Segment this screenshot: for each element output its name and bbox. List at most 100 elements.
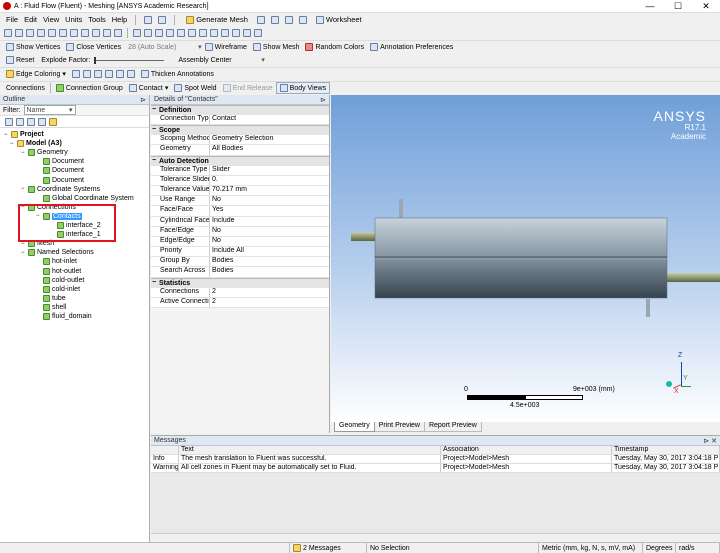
isometric-icon[interactable] [221,29,229,37]
col-timestamp[interactable]: Timestamp [612,446,720,454]
status-messages[interactable]: 2 Messages [290,543,367,553]
extend-icon[interactable] [92,29,100,37]
tree-item[interactable]: − Named Selections [21,248,94,257]
details-section-header[interactable]: Definition [151,105,329,115]
layout-icon[interactable] [254,29,262,37]
details-row[interactable]: Active Connections2 [151,297,329,308]
wireframe-button[interactable]: Wireframe [202,41,250,53]
maximize-icon[interactable]: ☐ [664,1,692,12]
redo-icon[interactable] [158,15,167,24]
details-section-header[interactable]: Scope [151,125,329,136]
details-value[interactable]: No [210,196,329,206]
status-units[interactable]: Metric (mm, kg, N, s, mV, mA) [539,543,643,553]
edge-style-5-icon[interactable] [115,70,124,78]
details-row[interactable]: Tolerance Slider 0. [151,175,329,186]
details-value[interactable]: Include All [210,247,329,257]
tree-item[interactable]: tube [36,294,66,303]
col-text[interactable]: Text [179,446,441,454]
expand-all-icon[interactable] [5,117,13,126]
select-element-icon[interactable] [70,29,78,37]
menu-units[interactable]: Units [65,15,82,24]
table-row[interactable]: Warning All cell zones in Fluent may be … [151,464,720,473]
query-icon[interactable] [243,29,251,37]
box-zoom-icon[interactable] [166,29,174,37]
tree-item[interactable]: Document [36,176,84,185]
select-all-icon[interactable] [81,29,89,37]
select-edge-icon[interactable] [26,29,34,37]
details-value[interactable]: Geometry Selection [210,135,329,145]
magnifier-icon[interactable] [188,29,196,37]
assembly-center-select[interactable]: Assembly Center [176,57,261,64]
random-colors-button[interactable]: Random Colors [302,41,367,53]
connection-group-button[interactable]: Connection Group [53,82,126,94]
close-icon[interactable]: ✕ [692,1,720,12]
edge-style-6-icon[interactable] [126,70,135,78]
menu-help[interactable]: Help [112,15,127,24]
show-mesh-button[interactable]: Show Mesh [250,41,303,53]
details-value[interactable]: No [210,226,329,236]
spot-weld-button[interactable]: Spot Weld [171,82,219,94]
annotation-preferences-button[interactable]: Annotation Preferences [367,41,456,53]
pan-icon[interactable] [144,29,152,37]
details-row[interactable]: Scoping Method Geometry Selection [151,135,329,146]
details-row[interactable]: Tolerance Value 70.217 mm [151,185,329,197]
details-section-header[interactable]: Statistics [151,277,329,288]
select-vertex-icon[interactable] [15,29,23,37]
status-rads[interactable]: rad/s [676,543,720,553]
tab-print-preview[interactable]: Print Preview [374,422,425,432]
tree-item[interactable]: cold-outlet [36,276,84,285]
details-row[interactable]: Face/Face Yes [151,206,329,217]
thicken-annotations-button[interactable]: Thicken Annotations [138,68,217,80]
rotate-icon[interactable] [133,29,141,37]
details-row[interactable]: Tolerance Type Slider [151,165,329,176]
show-vertices-button[interactable]: Show Vertices [3,41,63,53]
tree-item[interactable]: − Project [4,130,44,139]
menu-file[interactable]: File [6,15,18,24]
pin-icon[interactable]: ⊳ [140,96,146,104]
select-node-icon[interactable] [59,29,67,37]
details-row[interactable]: Group By Bodies [151,257,329,268]
details-value[interactable]: Bodies [210,257,329,267]
end-release-button[interactable]: End Release [220,82,276,94]
details-row[interactable]: Connection Type Contact [151,115,329,126]
collapse-all-icon[interactable] [16,117,24,126]
menu-tools[interactable]: Tools [88,15,106,24]
folder-icon[interactable] [49,117,57,126]
tree-item[interactable]: hot-inlet [36,257,77,266]
details-value[interactable]: Include [210,216,329,226]
details-value[interactable]: 2 [210,297,329,307]
explode-slider[interactable] [94,56,165,64]
previous-view-icon[interactable] [199,29,207,37]
details-row[interactable]: Face/Edge No [151,226,329,237]
select-mode-icon[interactable] [4,29,12,37]
graphics-viewport[interactable]: ANSYS R17.1 Academic 0 9e+003 (mm) 4.5e+… [331,95,720,422]
details-row[interactable]: Geometry All Bodies [151,145,329,156]
details-value[interactable]: Yes [210,206,329,216]
connections-button[interactable]: Connections [3,82,48,94]
image-icon[interactable] [256,15,265,24]
tree-expander-icon[interactable]: − [4,132,9,138]
tree-expander-icon[interactable]: − [21,250,26,256]
minimize-icon[interactable]: — [636,1,664,11]
undo-icon[interactable] [144,15,153,24]
reset-button[interactable]: Reset [3,54,37,66]
details-value[interactable]: No [210,236,329,247]
generate-mesh-button[interactable]: Generate Mesh [183,13,251,26]
table-row[interactable]: Info The mesh translation to Fluent was … [151,455,720,464]
tree-item[interactable]: − Geometry [21,148,68,157]
tab-report-preview[interactable]: Report Preview [424,422,482,432]
details-row[interactable]: Connections 2 [151,287,329,298]
zoom-fit-icon[interactable] [177,29,185,37]
worksheet-button[interactable]: Worksheet [313,13,365,26]
tree-item[interactable]: fluid_domain [36,312,92,321]
zoom-icon[interactable] [155,29,163,37]
details-row[interactable]: Use Range No [151,196,329,207]
details-value[interactable]: 70.217 mm [210,185,329,196]
contact-button[interactable]: Contact ▾ [126,82,172,94]
edge-style-3-icon[interactable] [93,70,102,78]
details-row[interactable]: Priority Include All [151,247,329,258]
tree-item[interactable]: − Model (A3) [10,139,62,148]
assembly-center-dropdown-icon[interactable]: ▾ [261,56,265,64]
body-views-button[interactable]: Body Views [275,82,331,94]
details-row[interactable]: Edge/Edge No [151,236,329,248]
